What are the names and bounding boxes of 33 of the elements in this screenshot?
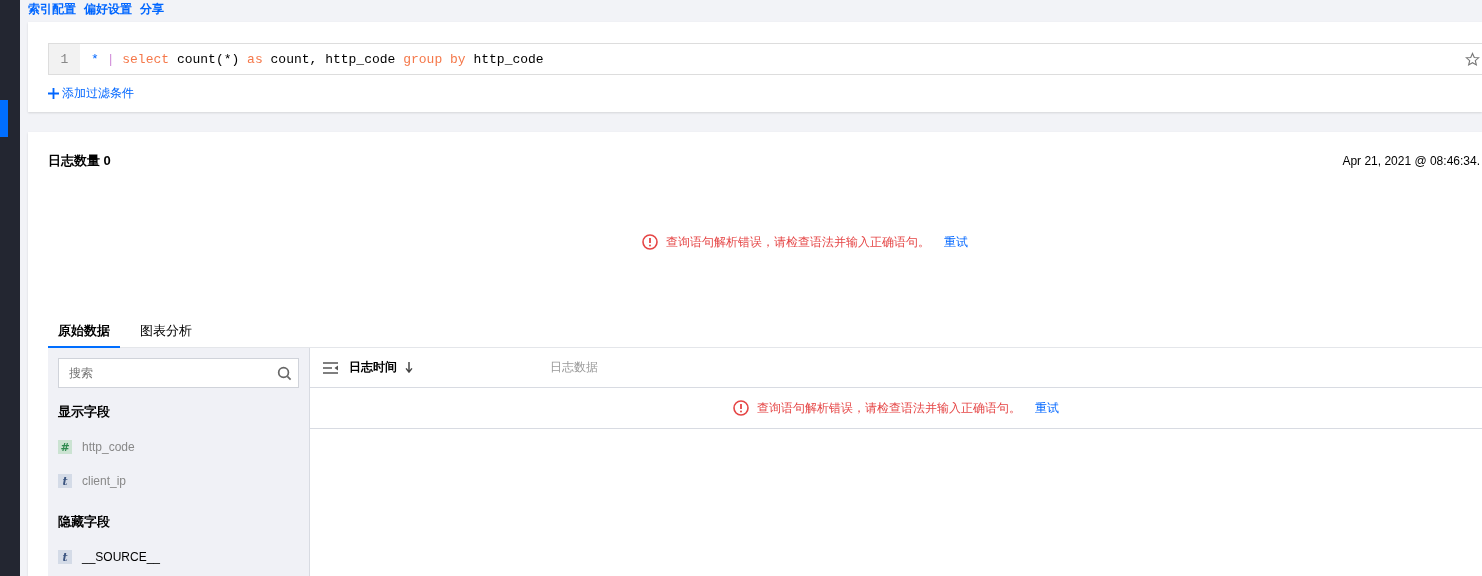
error-icon (733, 400, 749, 416)
query-editor[interactable]: 1 * | select count(*) as count, http_code group by http_code (48, 43, 1482, 75)
text-type-badge: t (58, 474, 72, 488)
search-field[interactable]: 搜索 (58, 358, 299, 388)
retry-link[interactable]: 重试 (944, 233, 968, 251)
collapse-icon[interactable] (323, 361, 339, 374)
error-message: 查询语句解析错误，请检查语法并输入正确语句。 (757, 399, 1021, 417)
number-type-badge: # (58, 440, 72, 454)
timestamp: Apr 21, 2021 @ 08:46:34. (1342, 154, 1481, 168)
log-count-title: 日志数量 0 (48, 152, 111, 170)
section-title: 显示字段 (58, 403, 111, 421)
top-link[interactable]: 偏好设置 (84, 2, 132, 16)
error-message: 查询语句解析错误，请检查语法并输入正确语句。 (666, 233, 930, 251)
sort-down-icon[interactable] (405, 362, 413, 373)
add-filter-link[interactable]: 添加过滤条件 (48, 85, 134, 102)
line-number: 1 (49, 44, 80, 74)
top-link[interactable]: 索引配置 (28, 2, 76, 16)
query-text: * | select count(*) as count, http_code group by http_code (90, 51, 545, 67)
section-title: 隐藏字段 (58, 513, 111, 531)
nav-highlight (0, 100, 8, 137)
retry-link[interactable]: 重试 (1035, 399, 1059, 417)
field-name[interactable]: client_ip (82, 474, 127, 488)
field-name[interactable]: http_code (82, 440, 135, 454)
plus-icon (48, 88, 59, 99)
top-link[interactable]: 分享 (140, 2, 164, 16)
column-header[interactable]: 日志数据 (550, 359, 598, 376)
error-icon (642, 234, 658, 250)
text-type-badge: t (58, 550, 72, 564)
column-header[interactable]: 日志时间 (349, 359, 397, 376)
search-icon[interactable] (277, 366, 292, 381)
tab[interactable]: 图表分析 (130, 319, 202, 348)
field-name[interactable]: __SOURCE__ (82, 550, 161, 564)
star-icon[interactable] (1465, 51, 1480, 67)
